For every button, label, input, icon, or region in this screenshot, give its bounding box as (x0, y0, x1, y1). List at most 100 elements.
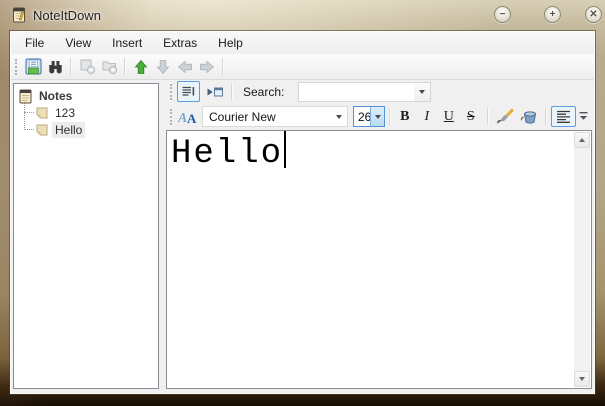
menu-file[interactable]: File (16, 33, 53, 53)
toolbar-separator (389, 108, 392, 125)
format-toolbar: A A Courier New 26 B I U S (166, 103, 592, 130)
triangle-up-icon (579, 138, 585, 142)
app-icon (11, 7, 27, 23)
editor-scrollbar[interactable] (574, 132, 590, 387)
note-editor[interactable]: Hello (166, 130, 592, 389)
tree-item-label: 123 (55, 106, 76, 120)
navigate-forward-button-disabled[interactable] (196, 56, 218, 78)
font-size-dropdown-button[interactable] (370, 107, 385, 126)
notepad-icon (19, 89, 32, 103)
menu-help[interactable]: Help (209, 33, 252, 53)
font-icon: A A (178, 111, 197, 125)
scroll-down-button[interactable] (574, 371, 590, 387)
content-area: Notes 123 Hello Search: A A Courier New … (11, 80, 594, 393)
arrow-down-icon (156, 59, 170, 74)
chevron-down-icon (419, 89, 426, 94)
toolbar-grip[interactable] (170, 83, 172, 100)
search-combobox (298, 81, 432, 102)
svg-text:A: A (178, 111, 187, 125)
menu-extras[interactable]: Extras (154, 33, 206, 53)
toolbar-separator (545, 108, 548, 125)
tree-item-123[interactable]: 123 (36, 105, 78, 121)
tree-connector (24, 112, 34, 113)
menu-view[interactable]: View (56, 33, 100, 53)
search-label: Search: (243, 84, 285, 99)
chevron-down-icon (336, 114, 343, 119)
font-size-value: 26 (357, 109, 372, 124)
client-area: File View Insert Extras Help Notes 123 H… (10, 31, 595, 394)
maximize-button[interactable]: + (544, 6, 561, 23)
save-button[interactable] (22, 56, 44, 78)
sticky-note-icon (36, 107, 48, 119)
minimize-icon: − (499, 8, 506, 20)
font-name-value: Courier New (209, 109, 276, 124)
main-toolbar (11, 54, 594, 80)
note-section: Search: A A Courier New 26 B I U S Hello (166, 80, 592, 389)
note-content: Hello (171, 135, 284, 173)
close-button[interactable]: ✕ (585, 6, 602, 23)
text-caret (284, 131, 287, 168)
tree-root-notes[interactable]: Notes (19, 88, 75, 104)
align-left-button[interactable] (551, 106, 577, 127)
overflow-chevron-icon (579, 112, 588, 120)
add-note-button-disabled[interactable] (76, 56, 98, 78)
strikethrough-button[interactable]: S (461, 107, 480, 127)
sticky-note-icon (36, 124, 48, 136)
tree-connector (24, 103, 25, 130)
align-left-icon (557, 110, 571, 123)
move-down-button-disabled[interactable] (152, 56, 174, 78)
move-up-button[interactable] (130, 56, 152, 78)
search-input[interactable] (301, 83, 413, 100)
italic-button[interactable]: I (417, 107, 436, 127)
toolbar-overflow-button[interactable] (576, 107, 590, 127)
font-name-combobox[interactable]: Courier New (202, 106, 348, 127)
save-icon (25, 58, 41, 75)
search-toolbar: Search: (166, 80, 592, 103)
add-folder-button-disabled[interactable] (98, 56, 120, 78)
toolbar-separator (222, 58, 224, 75)
window-title: NoteItDown (33, 8, 101, 23)
note-text-toggle-button[interactable] (177, 81, 200, 102)
bold-button[interactable]: B (395, 107, 414, 127)
arrow-right-icon (200, 60, 215, 73)
font-color-button[interactable] (493, 107, 517, 127)
find-button[interactable] (44, 56, 66, 78)
jump-to-note-icon (207, 87, 223, 96)
svg-text:A: A (187, 111, 197, 125)
tree-item-hello[interactable]: Hello (36, 122, 86, 138)
font-picker-button[interactable]: A A (177, 107, 199, 127)
minimize-button[interactable]: − (494, 6, 511, 23)
maximize-icon: + (549, 8, 556, 20)
tree-connector (24, 129, 34, 130)
add-folder-icon (102, 61, 117, 75)
jump-to-note-button[interactable] (203, 81, 227, 102)
arrow-up-icon (134, 59, 148, 74)
menu-insert[interactable]: Insert (103, 33, 151, 53)
arrow-left-icon (177, 60, 192, 73)
highlight-color-button[interactable] (517, 107, 541, 127)
notes-tree-panel: Notes 123 Hello (13, 83, 159, 389)
paintbrush-icon (496, 108, 514, 124)
scroll-up-button[interactable] (574, 132, 590, 148)
toolbar-separator (70, 58, 72, 75)
close-icon: ✕ (589, 8, 598, 20)
toolbar-grip[interactable] (15, 58, 17, 75)
search-dropdown-button[interactable] (414, 82, 431, 101)
toolbar-grip[interactable] (170, 108, 172, 125)
binoculars-icon (48, 60, 62, 73)
editor-text: Hello (171, 131, 591, 174)
navigate-back-button-disabled[interactable] (174, 56, 196, 78)
panel-splitter[interactable] (159, 83, 166, 389)
paint-bucket-icon (521, 111, 537, 124)
font-name-dropdown-button[interactable] (332, 107, 347, 126)
toolbar-separator (124, 58, 126, 75)
notes-tree: Notes 123 Hello (14, 84, 158, 388)
triangle-down-icon (579, 377, 585, 381)
add-note-icon (80, 59, 95, 75)
font-size-combobox[interactable]: 26 (352, 106, 386, 127)
toolbar-separator (231, 83, 233, 100)
underline-button[interactable]: U (439, 107, 458, 127)
chevron-down-icon (374, 114, 381, 119)
titlebar[interactable]: NoteItDown − + ✕ (0, 0, 605, 31)
tree-item-label-selected: Hello (52, 122, 86, 138)
